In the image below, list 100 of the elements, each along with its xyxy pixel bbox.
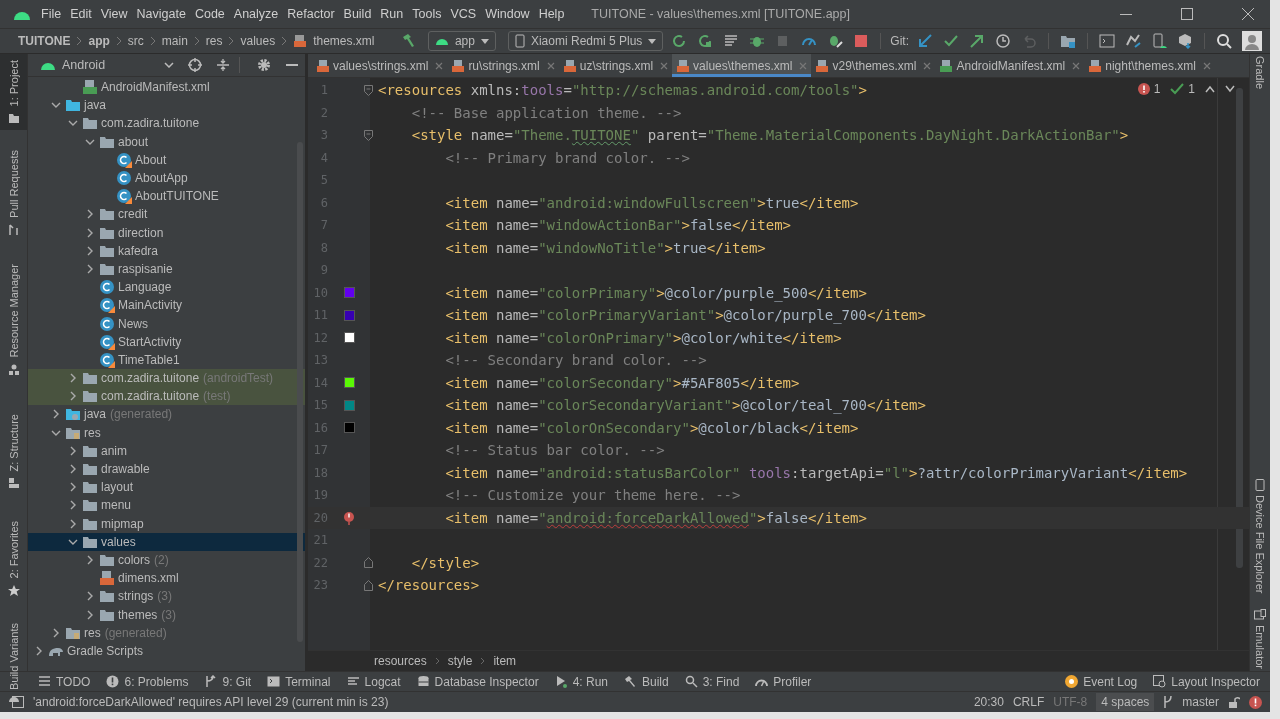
tree-item[interactable]: AboutApp (28, 168, 305, 188)
tree-item[interactable]: raspisanie (28, 259, 305, 279)
locate-icon[interactable] (188, 58, 202, 72)
close-icon[interactable] (1202, 61, 1211, 70)
chevron-right-icon[interactable] (51, 627, 61, 638)
menu-bar-entry[interactable]: VCS (450, 7, 477, 21)
chevron-right-icon[interactable] (68, 391, 78, 402)
sync-icon[interactable] (1125, 33, 1141, 49)
tree-item[interactable]: com.zadira.tuitone (28, 114, 305, 133)
settings-icon[interactable] (257, 58, 271, 72)
tree-item[interactable]: dimens.xml (28, 569, 305, 588)
menu-bar-entry[interactable]: Edit (70, 7, 92, 21)
editor-tab[interactable]: v29\themes.xml (811, 54, 936, 77)
next-icon[interactable] (1225, 85, 1235, 93)
editor-tab[interactable]: night\themes.xml (1084, 54, 1215, 77)
tool-window-tab[interactable]: Resource Manager (0, 258, 27, 382)
bug-arrow-icon[interactable] (827, 33, 844, 49)
chevron-right-icon[interactable] (85, 263, 95, 274)
tree-item[interactable]: kafedra (28, 241, 305, 260)
chevron-right-icon[interactable] (68, 518, 78, 529)
chevron-right-icon[interactable] (85, 209, 95, 220)
menu-bar-entry[interactable]: Code (194, 7, 225, 21)
project-view-selector[interactable]: Android (62, 58, 158, 72)
chevron-right-icon[interactable] (68, 482, 78, 493)
tree-item[interactable]: themes (3) (28, 605, 305, 624)
device-manager-icon[interactable] (1151, 33, 1167, 49)
stop-icon[interactable] (853, 33, 870, 49)
breadcrumb-item[interactable]: style (447, 654, 473, 668)
tool-window-button[interactable]: 9: Git (204, 674, 252, 689)
tool-window-tab[interactable]: Gradle (1254, 56, 1266, 90)
chevron-down-icon[interactable] (164, 62, 174, 68)
menu-bar-entry[interactable]: Run (380, 7, 404, 21)
tool-window-tab[interactable]: 1: Project (0, 54, 27, 131)
menu-bar-entry[interactable]: Build (343, 7, 372, 21)
lock-icon[interactable] (1228, 696, 1240, 708)
tool-window-tab[interactable]: Pull Requests (0, 144, 27, 243)
error-icon[interactable] (1249, 695, 1262, 709)
tool-window-button[interactable]: 4: Run (554, 674, 608, 689)
color-swatch[interactable] (343, 309, 355, 321)
tree-item[interactable]: AboutTUITONE (28, 187, 305, 206)
tool-window-tab[interactable]: Build Variants (0, 616, 27, 708)
chevron-right-icon[interactable] (85, 609, 95, 620)
breadcrumb-item[interactable]: app (88, 34, 110, 48)
tool-window-button[interactable]: Profiler (755, 674, 812, 689)
search-icon[interactable] (1216, 33, 1232, 49)
chevron-right-icon[interactable] (85, 227, 95, 238)
tool-window-tab[interactable]: Emulator (1254, 609, 1266, 670)
apply-changes-icon[interactable] (697, 33, 714, 49)
collapse-all-icon[interactable] (216, 58, 230, 72)
tree-item[interactable]: credit (28, 205, 305, 224)
breadcrumb-item[interactable]: res (205, 34, 223, 48)
tree-item[interactable]: menu (28, 496, 305, 515)
rerun-icon[interactable] (671, 33, 688, 49)
tree-item[interactable]: MainActivity (28, 296, 305, 315)
editor-tab[interactable]: values\themes.xml (672, 54, 812, 77)
tree-item[interactable]: drawable (28, 459, 305, 479)
terminal-window-icon[interactable] (1099, 33, 1115, 49)
checkmark-icon[interactable] (943, 33, 959, 49)
breadcrumb-item[interactable]: item (493, 654, 517, 668)
close-icon[interactable] (435, 61, 444, 70)
tree-item[interactable]: layout (28, 478, 305, 497)
tool-window-button[interactable]: Layout Inspector (1153, 674, 1260, 689)
error-marker-icon[interactable] (343, 510, 355, 525)
close-icon[interactable] (1242, 8, 1254, 20)
tool-window-button[interactable]: 6: Problems (106, 674, 189, 689)
tree-item[interactable]: res (generated) (28, 623, 305, 642)
previous-icon[interactable] (1205, 85, 1215, 93)
sdk-manager-icon[interactable] (1177, 33, 1193, 49)
scrollbar[interactable] (1236, 88, 1243, 568)
breadcrumb-item[interactable]: main (161, 34, 188, 48)
tool-window-button[interactable]: Database Inspector (416, 674, 539, 689)
fold-icon[interactable] (363, 84, 373, 96)
menu-bar-entry[interactable]: Tools (412, 7, 442, 21)
indent-setting[interactable]: 4 spaces (1096, 693, 1155, 711)
tool-window-tab[interactable]: Z: Structure (0, 407, 27, 496)
chevron-right-icon[interactable] (68, 500, 78, 511)
close-icon[interactable] (546, 61, 555, 70)
fold-icon[interactable] (363, 129, 373, 141)
tree-item[interactable]: News (28, 314, 305, 333)
chevron-right-icon[interactable] (85, 554, 95, 565)
line-separator[interactable]: CRLF (1012, 695, 1045, 709)
tree-item[interactable]: mipmap (28, 514, 305, 533)
color-swatch[interactable] (343, 399, 355, 411)
history-icon[interactable] (995, 33, 1011, 49)
breadcrumb-item[interactable]: TUITONE (18, 34, 71, 48)
tree-item[interactable]: anim (28, 441, 305, 460)
maximize-icon[interactable] (1181, 8, 1193, 20)
tree-item[interactable]: AndroidManifest.xml (28, 78, 305, 97)
tree-item[interactable]: about (28, 132, 305, 151)
breadcrumb-item[interactable]: values (240, 34, 276, 48)
close-icon[interactable] (660, 61, 669, 70)
tool-window-button[interactable]: Terminal (267, 674, 331, 689)
run-config-dropdown[interactable]: app (427, 31, 496, 51)
tool-window-tab[interactable]: 2: Favorites (0, 515, 27, 603)
tree-item[interactable]: java (28, 96, 305, 115)
menu-bar-entry[interactable]: File (41, 7, 62, 21)
menu-bar-entry[interactable]: Navigate (136, 7, 186, 21)
tree-item[interactable]: Language (28, 278, 305, 297)
color-swatch[interactable] (343, 332, 355, 344)
tree-item[interactable]: res (28, 423, 305, 442)
